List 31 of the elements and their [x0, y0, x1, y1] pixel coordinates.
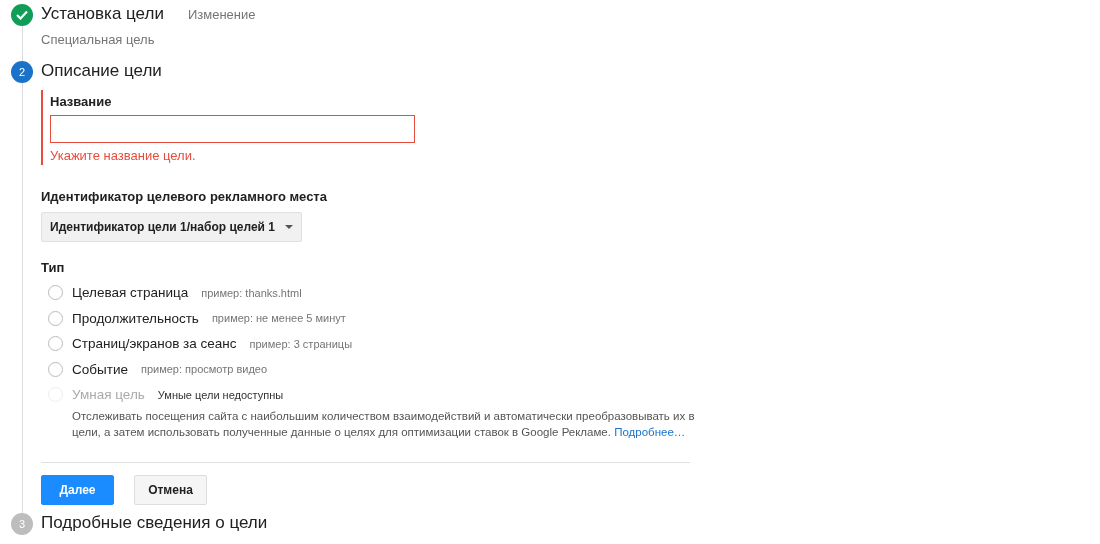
- option-hint: пример: не менее 5 минут: [211, 312, 346, 325]
- name-input[interactable]: [50, 115, 415, 143]
- edit-link[interactable]: Изменение: [187, 7, 256, 22]
- cancel-button[interactable]: Отмена: [134, 474, 207, 505]
- option-hint: пример: thanks.html: [201, 286, 302, 299]
- option-hint: пример: 3 страницы: [249, 337, 353, 350]
- option-label: Страниц/экранов за сеанс: [72, 336, 237, 352]
- radio-button[interactable]: [48, 310, 63, 326]
- option-hint: Умные цели недоступны: [157, 388, 284, 401]
- field-label: Тип: [41, 260, 66, 275]
- step-title: Подробные сведения о цели: [41, 512, 268, 533]
- caret-icon: [285, 225, 293, 229]
- option-label: Продолжительность: [72, 310, 199, 326]
- step-number: 2: [11, 61, 33, 83]
- field-label: Идентификатор целевого рекламного места: [41, 189, 328, 204]
- radio-button[interactable]: [48, 285, 63, 301]
- radio-button[interactable]: [48, 361, 63, 377]
- option-label: Целевая страница: [72, 285, 189, 301]
- option-hint: пример: просмотр видео: [140, 363, 268, 376]
- step-number: 3: [11, 512, 33, 535]
- next-button[interactable]: Далее: [41, 474, 114, 505]
- step-title: Установка цели: [41, 4, 164, 24]
- step-title: Описание цели: [41, 61, 162, 81]
- slot-dropdown[interactable]: Идентификатор цели 1/набор целей 1: [41, 212, 302, 242]
- error-message: Укажите название цели.: [50, 148, 197, 163]
- option-label: Умная цель: [72, 387, 145, 403]
- radio-button[interactable]: [48, 336, 63, 352]
- option-label: Событие: [72, 361, 128, 377]
- option-description: Отслеживать посещения сайта с наибольшим количеством взаимодействий и автоматически преобразовывать их в цели, а затем использовать полученные данные о целях для оптимизации ставок в Google Рекламе. Подробнее…: [72, 408, 696, 440]
- step-summary: Специальная цель: [41, 32, 156, 47]
- field-label: Название: [50, 94, 113, 109]
